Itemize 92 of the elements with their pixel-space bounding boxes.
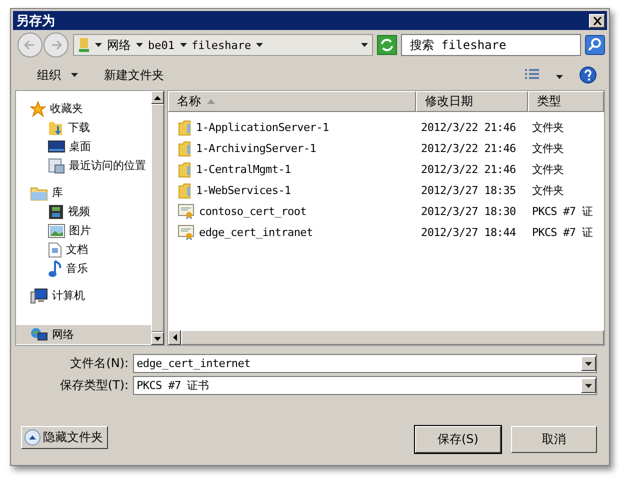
modified-date: 2012/3/27 18:44	[420, 226, 517, 239]
scroll-down-button[interactable]	[151, 332, 164, 345]
folder-download-icon	[48, 120, 64, 136]
file-type: 文件夹	[532, 163, 564, 176]
field-label: 文件名(N):	[69, 355, 129, 372]
breadcrumb[interactable]: 网络	[107, 36, 131, 54]
sidebar-item[interactable]: 音乐	[16, 259, 151, 278]
file-type: PKCS #7 证	[532, 226, 592, 239]
file-name[interactable]: 1-CentralMgmt-1	[196, 163, 291, 176]
caret-icon	[556, 75, 563, 79]
certificate-icon	[178, 225, 195, 240]
file-name[interactable]: 1-ArchivingServer-1	[196, 142, 316, 155]
modified-date: 2012/3/22 21:46	[420, 121, 517, 134]
folder-icon	[178, 162, 192, 178]
file-name[interactable]: edge_cert_intranet	[199, 226, 313, 239]
dropdown-caret-icon	[95, 43, 102, 47]
scrollbar-thumb[interactable]	[181, 330, 604, 345]
search-icon[interactable]	[585, 35, 605, 55]
close-button[interactable]	[589, 14, 605, 28]
column-header[interactable]: 修改日期	[416, 91, 528, 112]
refresh-button[interactable]	[377, 35, 397, 55]
file-type: 文件夹	[532, 142, 564, 155]
address-bar[interactable]: 网络 be01 fileshare	[73, 34, 373, 56]
sidebar-item[interactable]: 桌面	[16, 137, 151, 156]
combo-box[interactable]: PKCS #7 证书	[132, 376, 597, 395]
recent-places-icon	[48, 158, 65, 174]
modified-date: 2012/3/22 21:46	[420, 163, 517, 176]
sidebar-item[interactable]: 图片	[16, 221, 151, 240]
breadcrumb[interactable]: be01	[148, 38, 174, 52]
hide-folders-button[interactable]: 隐藏文件夹	[21, 426, 108, 449]
toolbar-button[interactable]: 组织	[33, 64, 82, 86]
help-icon[interactable]	[579, 66, 597, 84]
dropdown-caret-icon	[256, 43, 264, 47]
certificate-icon	[178, 204, 195, 219]
file-type: 文件夹	[532, 184, 564, 197]
close-icon	[592, 16, 602, 24]
window-title: 另存为	[16, 12, 55, 30]
folder-icon	[178, 120, 192, 136]
folder-icon	[178, 140, 192, 156]
dropdown-button[interactable]	[581, 378, 596, 393]
collapse-icon	[24, 429, 41, 446]
sidebar-item[interactable]: 视频	[16, 202, 151, 221]
field-label: 保存类型(T):	[58, 377, 129, 394]
modified-date: 2012/3/27 18:35	[420, 184, 517, 197]
sort-ascending-icon	[207, 99, 215, 104]
column-header[interactable]: 名称	[168, 91, 416, 112]
scroll-left-button[interactable]	[168, 330, 181, 345]
file-type: PKCS #7 证	[532, 205, 592, 218]
sidebar-item[interactable]: 最近访问的位置	[16, 156, 151, 175]
column-header[interactable]: 类型	[528, 91, 604, 112]
sidebar-item[interactable]: 文档	[16, 240, 151, 259]
dropdown-caret-icon	[180, 43, 186, 47]
computer-icon	[30, 288, 48, 304]
modified-date: 2012/3/22 21:46	[420, 142, 517, 155]
modified-date: 2012/3/27 18:30	[420, 205, 517, 218]
image-icon	[48, 224, 65, 238]
scroll-up-button[interactable]	[151, 91, 164, 104]
film-icon	[48, 204, 64, 220]
caret-icon	[585, 384, 592, 388]
caret-icon	[585, 362, 592, 366]
caret-icon	[71, 73, 78, 77]
star-icon	[30, 100, 46, 116]
dialog-button[interactable]: 保存(S)	[415, 426, 501, 453]
up-arrow-icon	[154, 96, 161, 100]
sidebar-item[interactable]: 库	[16, 183, 151, 202]
search-field[interactable]: 搜索 fileshare	[401, 34, 581, 56]
dialog-button[interactable]: 取消	[511, 426, 597, 453]
network-folder-icon	[78, 37, 90, 53]
monitor-icon	[48, 140, 65, 154]
breadcrumb[interactable]: fileshare	[192, 38, 252, 52]
file-name[interactable]: 1-ApplicationServer-1	[196, 121, 329, 134]
combo-box[interactable]: edge_cert_internet	[132, 354, 597, 373]
left-arrow-icon	[172, 334, 176, 341]
sidebar-item[interactable]: 计算机	[16, 286, 151, 305]
dropdown-caret-icon	[136, 43, 143, 47]
folder-icon	[178, 182, 192, 198]
file-name[interactable]: 1-WebServices-1	[196, 184, 291, 197]
library-icon	[30, 184, 48, 200]
file-type: 文件夹	[532, 121, 564, 134]
file-name[interactable]: contoso_cert_root	[199, 205, 306, 218]
dropdown-button[interactable]	[581, 356, 596, 371]
toolbar-button[interactable]: 新建文件夹	[100, 64, 168, 86]
dropdown-caret-icon	[361, 43, 368, 47]
scrollbar-thumb[interactable]	[151, 104, 164, 332]
sidebar-item[interactable]: 下载	[16, 118, 151, 137]
sidebar-item[interactable]: 网络	[16, 325, 151, 344]
sidebar-item[interactable]: 收藏夹	[16, 99, 151, 118]
network-icon	[30, 326, 48, 342]
down-arrow-icon	[154, 336, 161, 340]
document-icon	[48, 242, 62, 258]
music-note-icon	[48, 260, 62, 278]
view-options-icon[interactable]	[524, 68, 540, 82]
